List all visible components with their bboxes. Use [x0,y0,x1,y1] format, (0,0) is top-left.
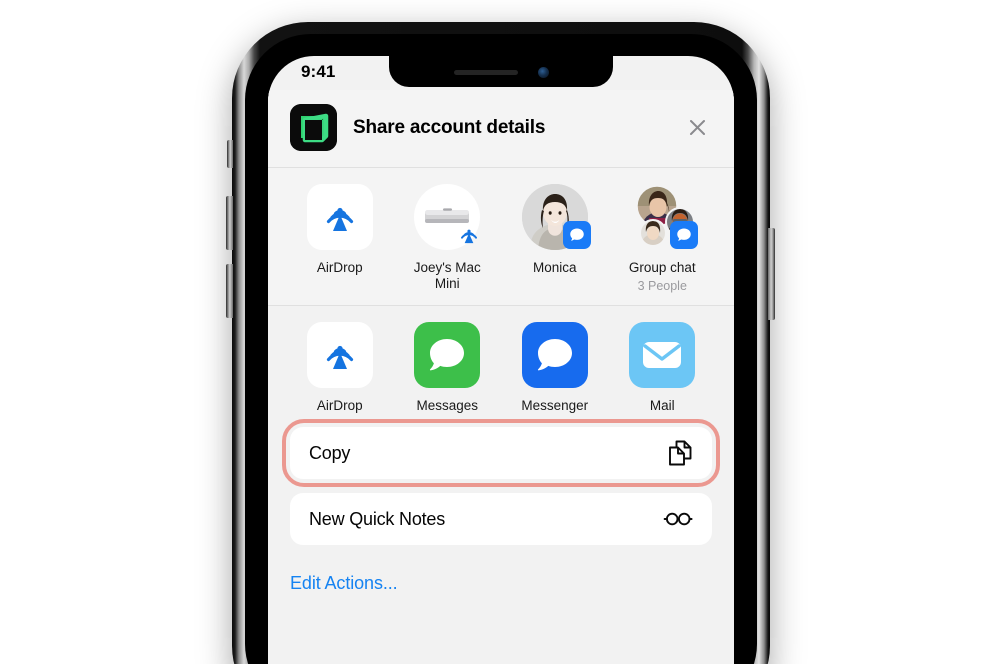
close-icon[interactable] [682,113,712,143]
share-targets-section: AirDrop Joey's Mac Mini Monica Group cha… [268,168,734,306]
messenger-icon [521,321,588,388]
airdrop-icon [306,321,373,388]
status-bar-time: 9:41 [301,62,336,81]
airdrop-badge-icon [455,221,483,249]
share-app-mail[interactable]: Mail [609,321,717,414]
share-app-airdrop[interactable]: AirDrop [286,321,394,414]
share-target-monica[interactable]: Monica [501,184,609,276]
share-app-art [521,321,588,388]
share-apps-section: AirDrop Messages Messenger Mail [268,305,734,428]
share-target-art [521,184,591,250]
share-target-group-chat[interactable]: Group chat 3 People [609,184,717,293]
action-row-new-quick-notes[interactable]: New Quick Notes [290,493,712,546]
action-quick-notes-wrap: New Quick Notes [290,493,712,546]
glasses-icon [663,511,693,527]
share-target-joeys-mac-mini[interactable]: Joey's Mac Mini [394,184,502,291]
volume-down-button[interactable] [226,264,233,318]
share-app-label: AirDrop [316,397,363,413]
share-target-label: Joey's Mac Mini [413,260,481,291]
share-target-art [306,184,373,250]
edit-actions-link[interactable]: Edit Actions... [268,559,734,594]
action-copy-wrap: Copy [282,419,720,488]
silent-switch-button[interactable] [227,140,233,168]
page-title: Share account details [353,116,546,138]
share-app-messages[interactable]: Messages [394,321,502,414]
share-target-art [414,184,483,250]
share-app-art [629,321,696,388]
phone-screen: 9:41 Share account details AirDrop Joey'… [268,56,734,664]
share-app-label: Mail [649,397,675,413]
share-app-messenger[interactable]: Messenger [501,321,609,414]
share-target-label: AirDrop [316,260,363,275]
action-list: Copy New Quick Notes [268,419,734,546]
action-label: New Quick Notes [309,508,446,529]
airdrop-icon [306,184,373,250]
screenshot-root: 9:41 Share account details AirDrop Joey'… [0,0,1000,664]
volume-up-button[interactable] [226,196,233,250]
share-target-airdrop[interactable]: AirDrop [286,184,394,276]
share-target-label: Monica [532,260,577,275]
share-sheet: Share account details AirDrop Joey's Mac… [268,90,734,664]
share-target-art [629,184,699,250]
status-bar: 9:41 [268,56,734,90]
power-button[interactable] [768,228,775,320]
action-label: Copy [309,442,351,463]
share-target-label: Group chat [628,260,696,275]
share-app-art [414,321,481,388]
mail-icon [629,321,696,388]
copy-icon [667,439,693,467]
messages-badge-icon [562,221,591,249]
share-apps-list: AirDrop Messages Messenger Mail [286,321,717,414]
app-logo-icon [290,104,337,151]
messages-badge-icon [670,221,699,249]
share-app-label: Messages [416,397,479,413]
share-targets-list: AirDrop Joey's Mac Mini Monica Group cha… [286,184,716,293]
share-sheet-header: Share account details [268,90,734,168]
share-app-label: Messenger [521,397,589,413]
share-app-art [306,321,373,388]
messages-icon [414,321,481,388]
action-row-copy[interactable]: Copy [290,427,712,480]
share-target-sublabel: 3 People [637,278,687,293]
